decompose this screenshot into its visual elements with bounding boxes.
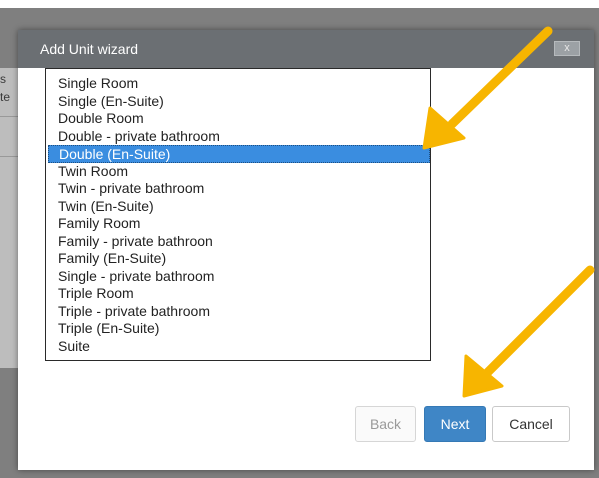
annotation-arrow-to-selected-item bbox=[422, 26, 553, 150]
annotation-arrow-to-next-button bbox=[462, 265, 595, 398]
annotation-arrows bbox=[422, 26, 595, 398]
